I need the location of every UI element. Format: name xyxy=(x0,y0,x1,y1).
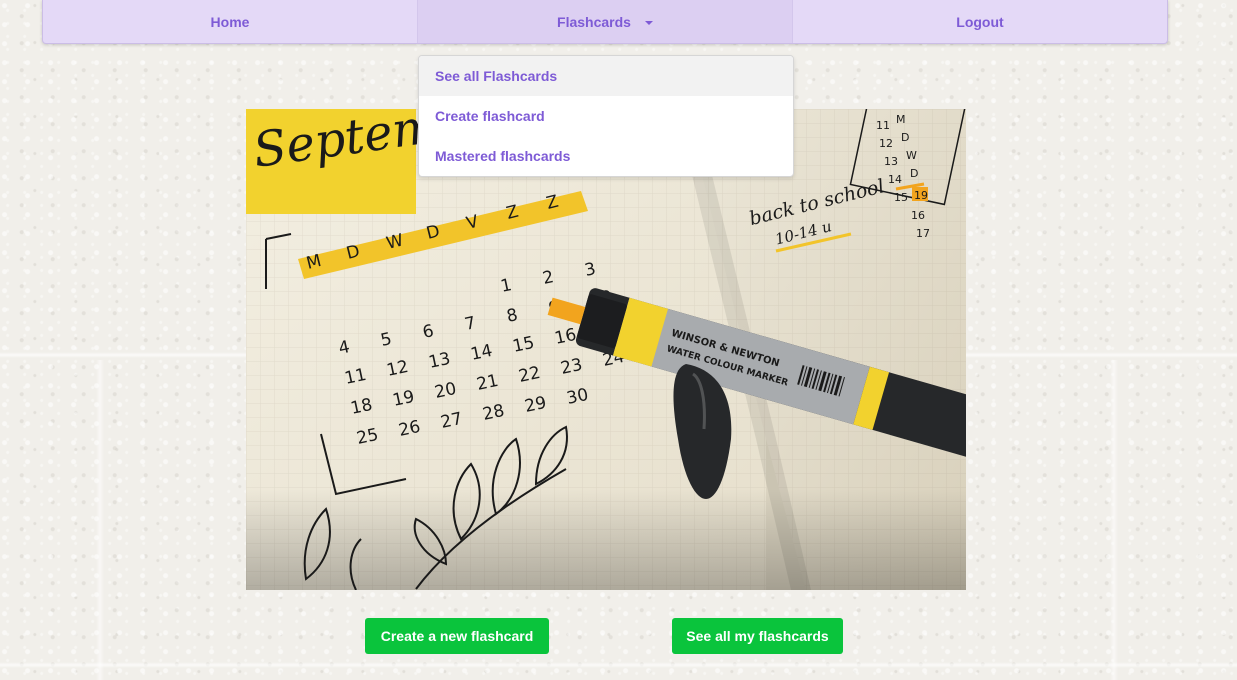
nav-flashcards-label: Flashcards xyxy=(557,13,631,30)
create-new-flashcard-button[interactable]: Create a new flashcard xyxy=(365,618,549,654)
svg-text:16: 16 xyxy=(911,209,925,222)
top-navbar: Home Flashcards Logout xyxy=(42,0,1168,44)
see-all-flashcards-button[interactable]: See all my flashcards xyxy=(672,618,843,654)
svg-text:D: D xyxy=(910,167,918,180)
svg-text:D: D xyxy=(901,131,909,144)
svg-text:15: 15 xyxy=(894,191,908,204)
hero-image: Septem MDWDVZZ 1234567891011121314151617… xyxy=(246,109,966,590)
svg-text:19: 19 xyxy=(914,189,928,202)
svg-text:14: 14 xyxy=(888,173,902,186)
nav-home-label: Home xyxy=(210,13,250,30)
svg-text:11: 11 xyxy=(876,119,890,132)
svg-text:M: M xyxy=(896,113,906,126)
svg-text:12: 12 xyxy=(879,137,893,150)
nav-logout[interactable]: Logout xyxy=(792,0,1167,43)
nav-logout-label: Logout xyxy=(956,13,1004,30)
wall-texture-line xyxy=(1110,360,1118,680)
nav-home[interactable]: Home xyxy=(43,0,417,43)
wall-texture-line xyxy=(0,662,1237,668)
svg-text:17: 17 xyxy=(916,227,930,240)
dropdown-item-mastered-flashcards[interactable]: Mastered flashcards xyxy=(419,136,793,176)
svg-text:13: 13 xyxy=(884,155,898,168)
caret-down-icon xyxy=(644,20,653,25)
wall-texture-line xyxy=(96,360,104,680)
dropdown-item-see-all-flashcards[interactable]: See all Flashcards xyxy=(419,56,793,96)
nav-flashcards-dropdown-toggle[interactable]: Flashcards xyxy=(417,0,792,43)
svg-text:W: W xyxy=(906,149,917,162)
dropdown-item-create-flashcard[interactable]: Create flashcard xyxy=(419,96,793,136)
flashcards-dropdown-menu: See all Flashcards Create flashcard Mast… xyxy=(418,55,794,177)
